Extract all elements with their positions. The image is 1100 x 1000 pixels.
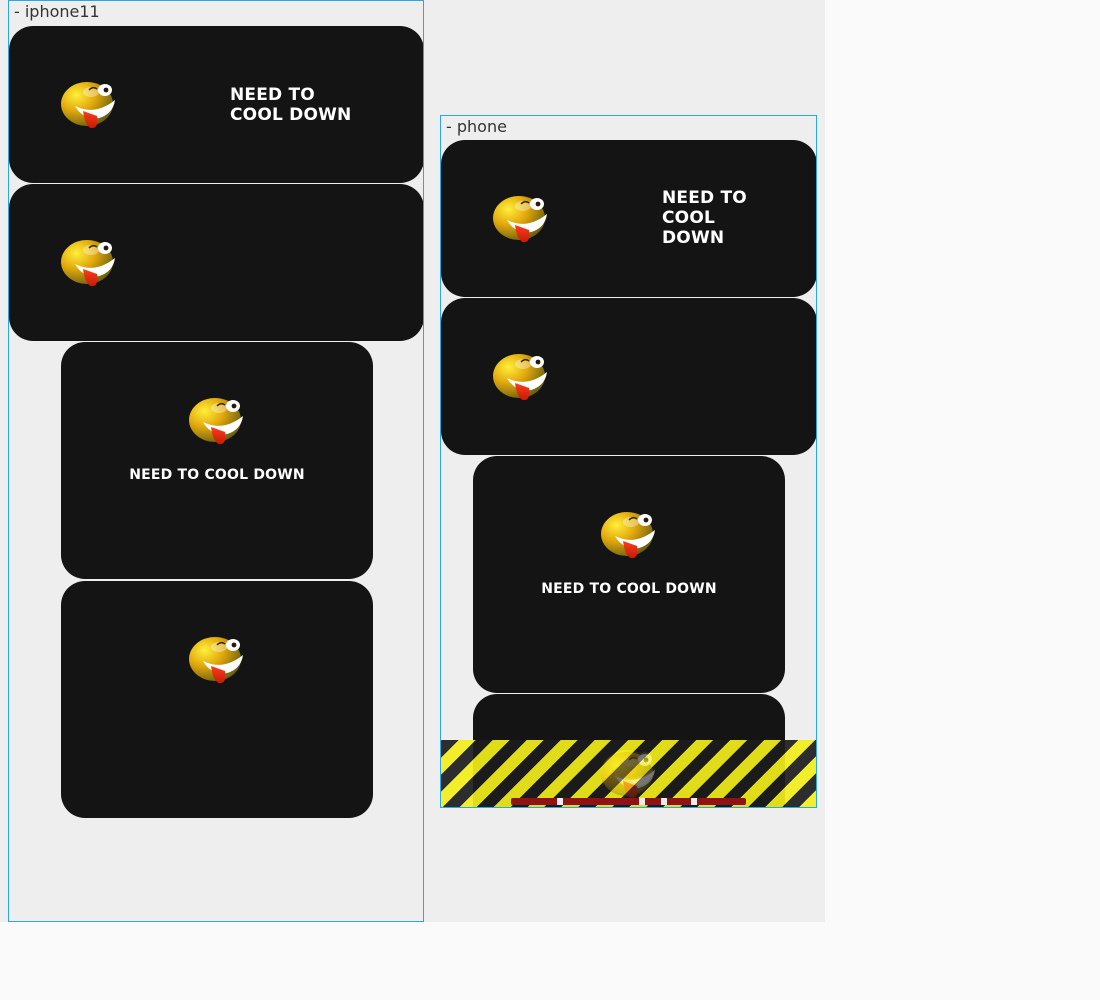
iphone11-frame-label[interactable]: - iphone11 [14, 2, 100, 22]
tall-card-emoji-only [61, 581, 373, 818]
crazy-face-emoji-icon [189, 396, 245, 448]
crazy-face-emoji-icon [189, 635, 245, 687]
wide-card-with-text: NEED TO COOL DOWN [9, 26, 423, 183]
canvas-background: - iphone11 NEED TO COOL DOWN NEED TO COO… [0, 0, 825, 922]
card-text: NEED TO COOL DOWN [230, 85, 352, 125]
overflow-warning-stripes [441, 740, 816, 807]
crazy-face-emoji-icon [601, 510, 657, 562]
crazy-face-emoji-icon [493, 194, 549, 246]
tall-card-with-text: NEED TO COOL DOWN [473, 456, 785, 693]
phone-frame-label[interactable]: - phone [446, 117, 507, 137]
overflow-bar-tick [661, 798, 667, 805]
overflow-bar-tick [691, 798, 697, 805]
card-text: NEED TO COOL DOWN [129, 467, 305, 483]
overflow-bar-tick [557, 798, 563, 805]
overflow-bar-tick [639, 798, 645, 805]
crazy-face-emoji-icon [493, 352, 549, 404]
crazy-face-emoji-icon [61, 80, 117, 132]
wide-card-with-text: NEED TO COOL DOWN [441, 140, 816, 297]
card-text: NEED TO COOL DOWN [662, 188, 747, 248]
overflow-indicator-bar [511, 798, 746, 805]
crazy-face-emoji-icon [601, 750, 657, 802]
phone-frame[interactable]: - phone NEED TO COOL DOWN NEED TO COOL D… [440, 115, 817, 808]
wide-card-emoji-only [441, 298, 816, 455]
crazy-face-emoji-icon [61, 238, 117, 290]
card-text: NEED TO COOL DOWN [541, 581, 717, 597]
tall-card-with-text: NEED TO COOL DOWN [61, 342, 373, 579]
wide-card-emoji-only [9, 184, 423, 341]
iphone11-frame[interactable]: - iphone11 NEED TO COOL DOWN NEED TO COO… [8, 0, 424, 922]
